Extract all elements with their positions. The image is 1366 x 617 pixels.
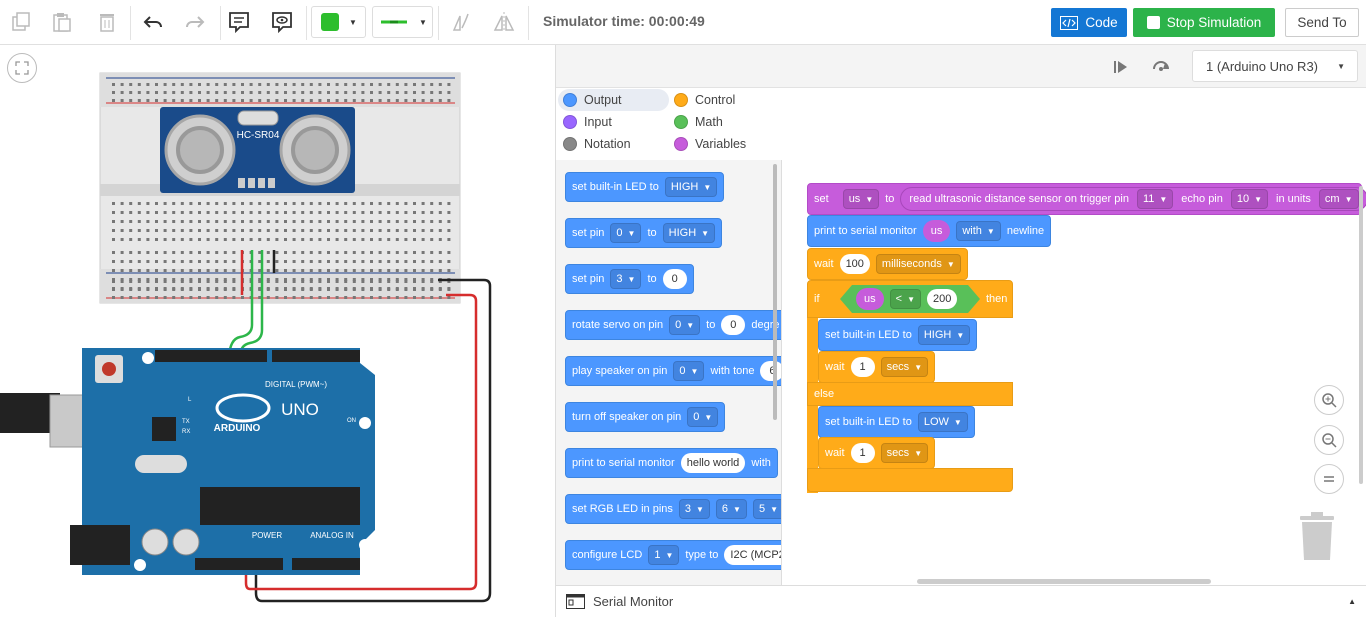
undo-icon[interactable]	[136, 6, 170, 38]
zoom-out-icon[interactable]	[1314, 425, 1344, 455]
simulator-time: Simulator time: 00:00:49	[543, 13, 705, 29]
code-workspace[interactable]: set us ▼ to read ultrasonic distance sens…	[782, 88, 1366, 585]
category-variables[interactable]: Variables	[669, 134, 746, 154]
svg-text:ANALOG IN: ANALOG IN	[310, 531, 354, 540]
fill-color-dropdown[interactable]: ▼	[311, 6, 366, 38]
paste-icon[interactable]	[45, 6, 79, 38]
set-led-low-block[interactable]: set built-in LED to LOW ▼	[818, 406, 975, 438]
step-icon[interactable]	[1111, 57, 1131, 77]
code-panel-header: 1 (Arduino Uno R3) ▼	[556, 45, 1366, 88]
output-dot-icon	[563, 93, 577, 107]
read-ultrasonic-block[interactable]: read ultrasonic distance sensor on trigg…	[900, 187, 1366, 211]
ultrasonic-sensor: HC-SR04	[160, 107, 355, 193]
set-led-high-block[interactable]: set built-in LED to HIGH ▼	[818, 319, 978, 351]
wire-style-dropdown[interactable]: ▼	[372, 6, 433, 38]
workspace-scrollbar-h[interactable]	[917, 579, 1211, 584]
palette-block-set-led[interactable]: set built-in LED to HIGH ▼	[565, 172, 725, 202]
palette-block-play-speaker[interactable]: play speaker on pin 0▼ with tone 6	[565, 356, 781, 386]
stop-simulation-button[interactable]: Stop Simulation	[1133, 8, 1275, 37]
arduino-model: UNO	[281, 400, 319, 419]
stop-icon	[1146, 16, 1160, 29]
chevron-down-icon: ▼	[1337, 61, 1345, 71]
wait-ms-block[interactable]: wait 100 milliseconds ▼	[807, 248, 968, 280]
redo-icon[interactable]	[178, 6, 212, 38]
fill-color-swatch	[321, 13, 339, 31]
chevron-down-icon: ▼	[419, 17, 427, 27]
palette-block-print-serial[interactable]: print to serial monitor hello world with	[565, 448, 778, 478]
restart-icon[interactable]	[1150, 57, 1172, 77]
category-input[interactable]: Input	[558, 112, 612, 132]
device-select[interactable]: 1 (Arduino Uno R3) ▼	[1192, 50, 1358, 82]
circuit-drawing: HC-SR04 ARDUINO UNO DIGITAL (PWM~) POWER…	[0, 72, 492, 603]
palette-scrollbar[interactable]	[773, 164, 777, 420]
workspace-scrollbar-v[interactable]	[1359, 186, 1363, 484]
category-control[interactable]: Control	[669, 90, 735, 110]
reset-zoom-icon[interactable]	[1314, 464, 1344, 494]
svg-text:TX: TX	[182, 419, 190, 425]
palette-block-set-rgb-led[interactable]: set RGB LED in pins 3 ▼ 6 ▼ 5 ▼	[565, 494, 781, 524]
wait-secs-block-2[interactable]: wait 1 secs ▼	[818, 437, 936, 469]
arduino-brand: ARDUINO	[214, 423, 261, 434]
chevron-down-icon: ▼	[349, 17, 357, 27]
code-icon	[1060, 15, 1079, 30]
view-icon[interactable]	[265, 6, 299, 38]
wire-style-icon	[381, 20, 407, 24]
block-palette[interactable]: set built-in LED to HIGH ▼ set pin 0 ▼ to …	[556, 160, 782, 585]
code-button[interactable]: Code	[1051, 8, 1127, 37]
palette-block-set-pin-digital[interactable]: set pin 0 ▼ to HIGH ▼	[565, 218, 723, 248]
svg-text:RX: RX	[182, 429, 190, 435]
palette-block-rotate-servo[interactable]: rotate servo on pin 0 ▼ to 0 degre	[565, 310, 781, 340]
compare-block[interactable]: us < ▼ 200	[840, 285, 980, 313]
send-to-button[interactable]: Send To	[1285, 8, 1359, 37]
delete-icon[interactable]	[90, 6, 124, 38]
category-notation[interactable]: Notation	[558, 134, 631, 154]
mirror-icon[interactable]	[487, 6, 521, 38]
notes-icon[interactable]	[222, 6, 256, 38]
flip-icon[interactable]	[443, 6, 477, 38]
sensor-label: HC-SR04	[237, 130, 280, 141]
block-categories: Output Control Input Math Notation Varia…	[556, 88, 782, 160]
serial-monitor-icon	[566, 594, 585, 609]
svg-text:ON: ON	[347, 418, 356, 424]
svg-text:POWER: POWER	[252, 531, 282, 540]
chevron-down-icon: ▼	[703, 182, 712, 192]
math-dot-icon	[674, 115, 688, 129]
category-math[interactable]: Math	[669, 112, 723, 132]
palette-block-turn-off-speaker[interactable]: turn off speaker on pin 0 ▼	[565, 402, 726, 432]
notation-dot-icon	[563, 137, 577, 151]
arduino-uno-board: ARDUINO UNO DIGITAL (PWM~) POWER ANALOG …	[0, 348, 375, 575]
circuit-canvas[interactable]: HC-SR04 ARDUINO UNO DIGITAL (PWM~) POWER…	[0, 45, 556, 617]
wait-secs-block[interactable]: wait 1 secs ▼	[818, 351, 936, 383]
control-dot-icon	[674, 93, 688, 107]
trash-icon[interactable]	[1297, 510, 1337, 562]
chevron-up-icon[interactable]: ▲	[1348, 597, 1356, 606]
variables-dot-icon	[674, 137, 688, 151]
palette-block-set-pin-analog[interactable]: set pin 3 ▼ to 0	[565, 264, 694, 294]
print-serial-block[interactable]: print to serial monitor us with ▼ newline	[807, 215, 1052, 247]
palette-block-configure-lcd[interactable]: configure LCD 1 ▼ type to I2C (MCP2	[565, 540, 781, 570]
svg-text:DIGITAL (PWM~): DIGITAL (PWM~)	[265, 380, 327, 389]
zoom-in-icon[interactable]	[1314, 385, 1344, 415]
input-dot-icon	[563, 115, 577, 129]
set-variable-block[interactable]: set us ▼ to read ultrasonic distance sens…	[807, 183, 1366, 215]
category-output[interactable]: Output	[558, 90, 622, 110]
toolbar: ▼ ▼ Simulator time: 00:00:49 Code Stop S…	[0, 0, 1366, 45]
serial-monitor-label: Serial Monitor	[593, 594, 674, 609]
copy-icon[interactable]	[4, 6, 38, 38]
serial-monitor-bar[interactable]: Serial Monitor ▲	[556, 585, 1366, 617]
